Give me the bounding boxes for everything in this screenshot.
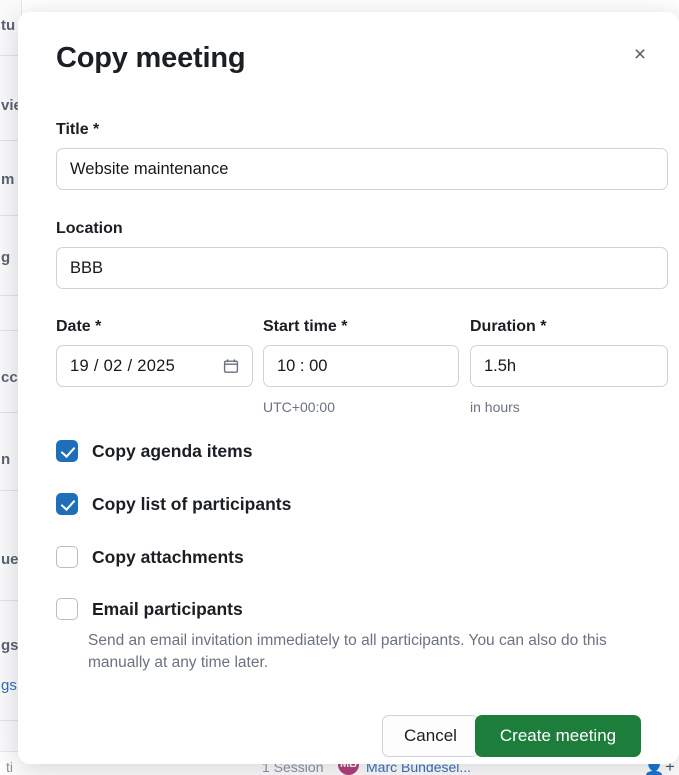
checkbox-label-copy-list-of-participants[interactable]: Copy list of participants xyxy=(92,494,291,515)
checkbox-row-copy-attachments[interactable]: Copy attachments xyxy=(56,546,244,568)
copy-meeting-dialog: Copy meeting × Title * Location Date * 1… xyxy=(18,12,679,764)
close-icon[interactable]: × xyxy=(625,40,655,70)
date-label: Date * xyxy=(56,319,101,335)
duration-help: in hours xyxy=(470,400,520,414)
location-label: Location xyxy=(56,221,123,237)
checkbox-label-email-participants[interactable]: Email participants xyxy=(92,599,243,620)
checkbox-label-copy-attachments[interactable]: Copy attachments xyxy=(92,547,244,568)
cancel-button[interactable]: Cancel xyxy=(382,715,479,757)
background-bottom-left-text: ti xyxy=(6,760,13,774)
start-time-help: UTC+00:00 xyxy=(263,400,335,414)
title-input[interactable] xyxy=(56,148,668,190)
title-label: Title * xyxy=(56,122,99,138)
checkbox-row-email-participants[interactable]: Email participants xyxy=(56,598,243,620)
checkbox-copy-attachments[interactable] xyxy=(56,546,78,568)
start-time-input[interactable] xyxy=(263,345,459,387)
checkbox-row-copy-list-of-participants[interactable]: Copy list of participants xyxy=(56,493,291,515)
calendar-icon[interactable] xyxy=(223,358,239,374)
checkbox-copy-agenda-items[interactable] xyxy=(56,440,78,462)
email-participants-description: Send an email invitation immediately to … xyxy=(88,630,648,674)
dialog-title: Copy meeting xyxy=(56,42,245,75)
duration-input[interactable] xyxy=(470,345,668,387)
duration-label: Duration * xyxy=(470,319,546,335)
checkbox-email-participants[interactable] xyxy=(56,598,78,620)
location-input[interactable] xyxy=(56,247,668,289)
start-time-label: Start time * xyxy=(263,319,347,335)
checkbox-copy-list-of-participants[interactable] xyxy=(56,493,78,515)
date-input[interactable]: 19 / 02 / 2025 xyxy=(56,345,253,387)
create-meeting-button[interactable]: Create meeting xyxy=(475,715,641,757)
date-value: 19 / 02 / 2025 xyxy=(70,357,175,376)
checkbox-label-copy-agenda-items[interactable]: Copy agenda items xyxy=(92,441,252,462)
checkbox-row-copy-agenda-items[interactable]: Copy agenda items xyxy=(56,440,252,462)
